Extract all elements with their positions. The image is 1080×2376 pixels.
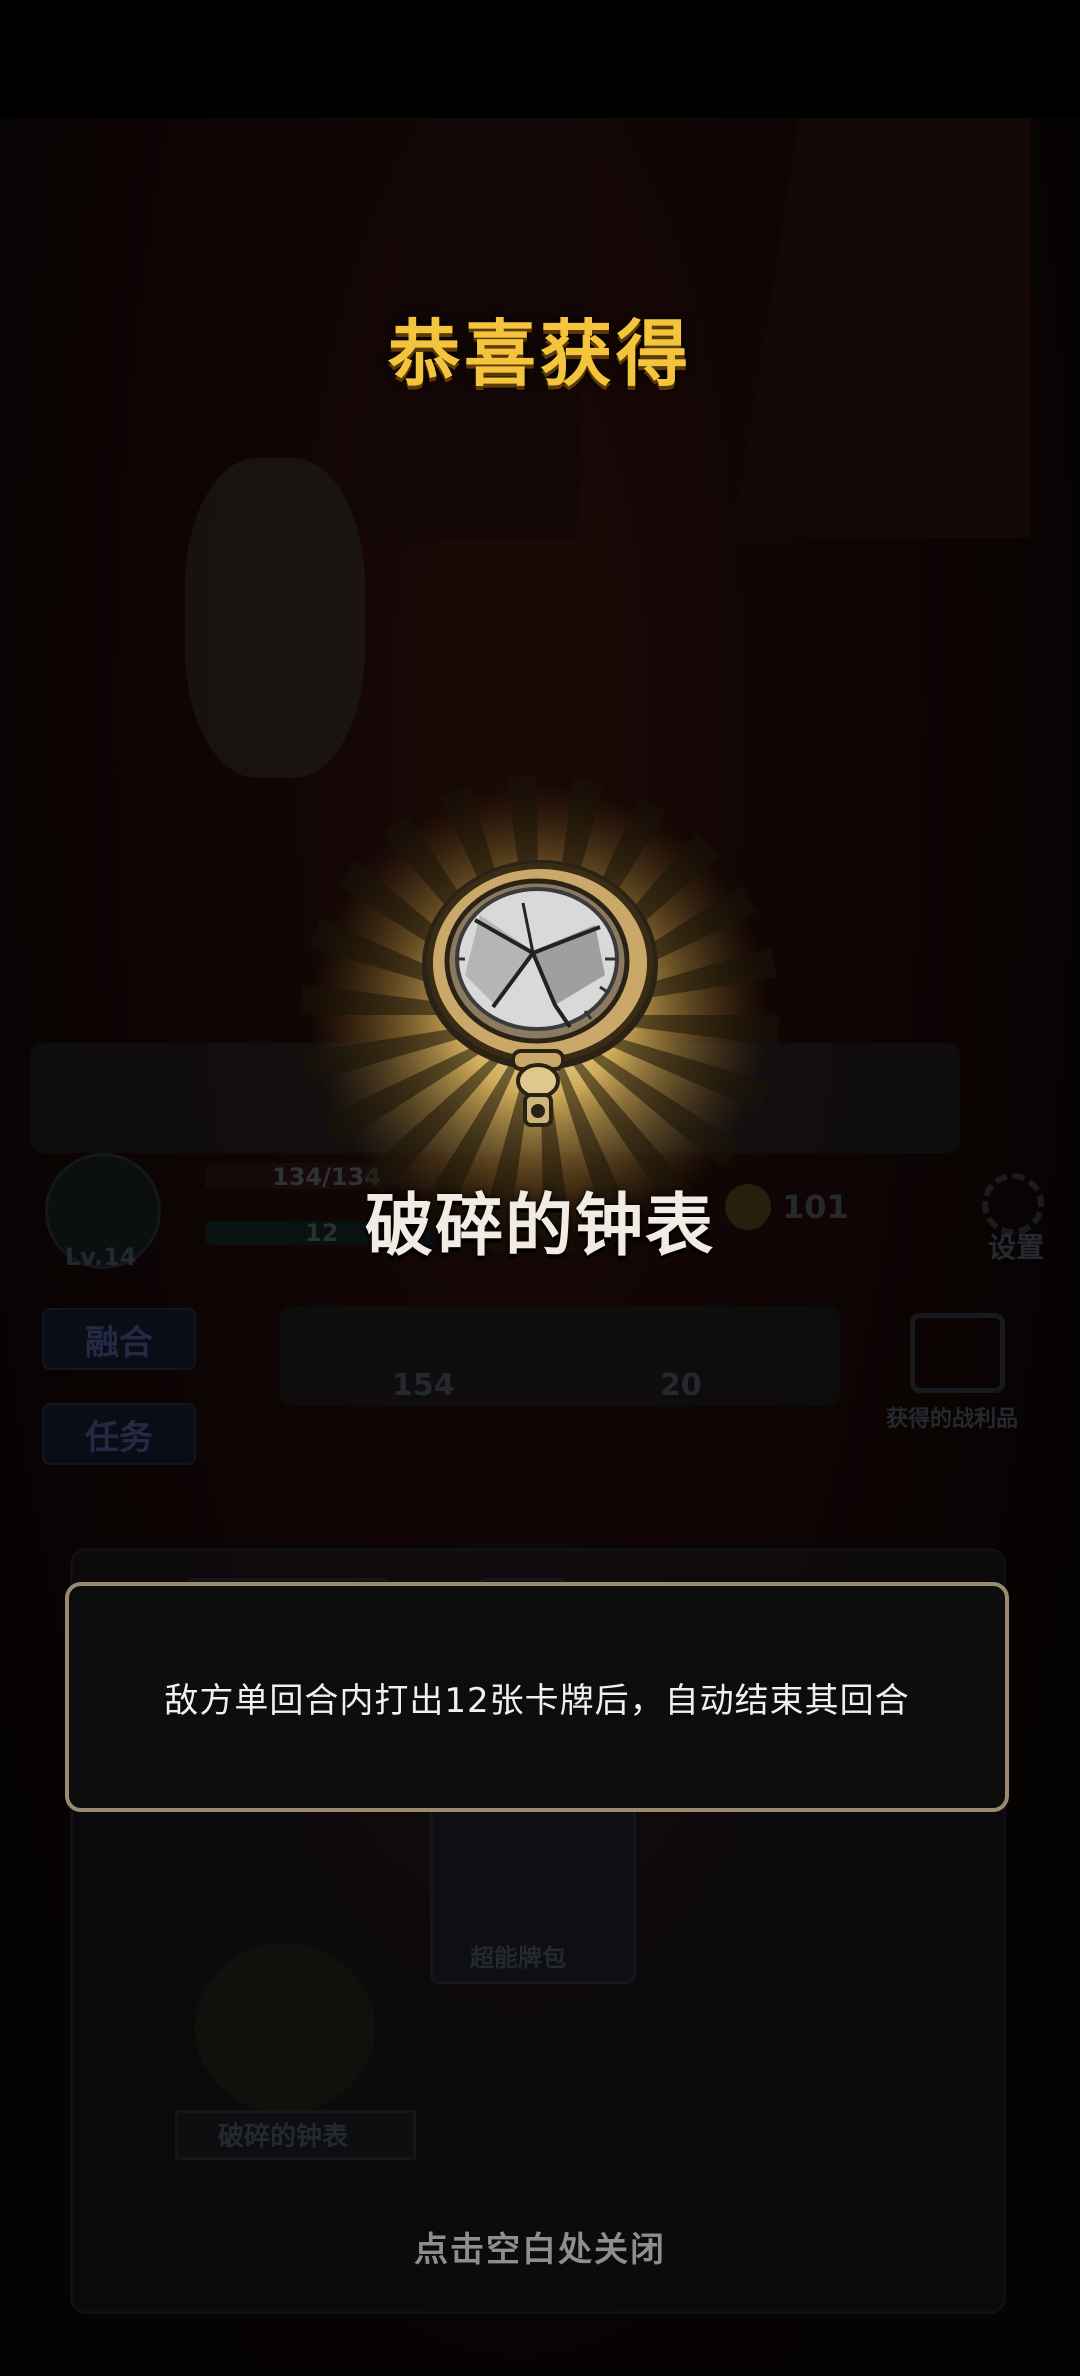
reward-popup[interactable]: 恭喜获得 破碎的钟表 敌方单回合内打出12张卡牌后，自动结束其回合 点击空白处关… — [0, 0, 1080, 2376]
item-name: 破碎的钟表 — [364, 1187, 715, 1266]
description-box: 敌方单回合内打出12张卡牌后，自动结束其回合 — [65, 1582, 1009, 1812]
close-hint[interactable]: 点击空白处关闭 — [0, 2222, 1080, 2271]
broken-watch-icon — [422, 860, 658, 1127]
item-description: 敌方单回合内打出12张卡牌后，自动结束其回合 — [164, 1680, 910, 1721]
popup-title: 恭喜获得 — [387, 312, 692, 396]
